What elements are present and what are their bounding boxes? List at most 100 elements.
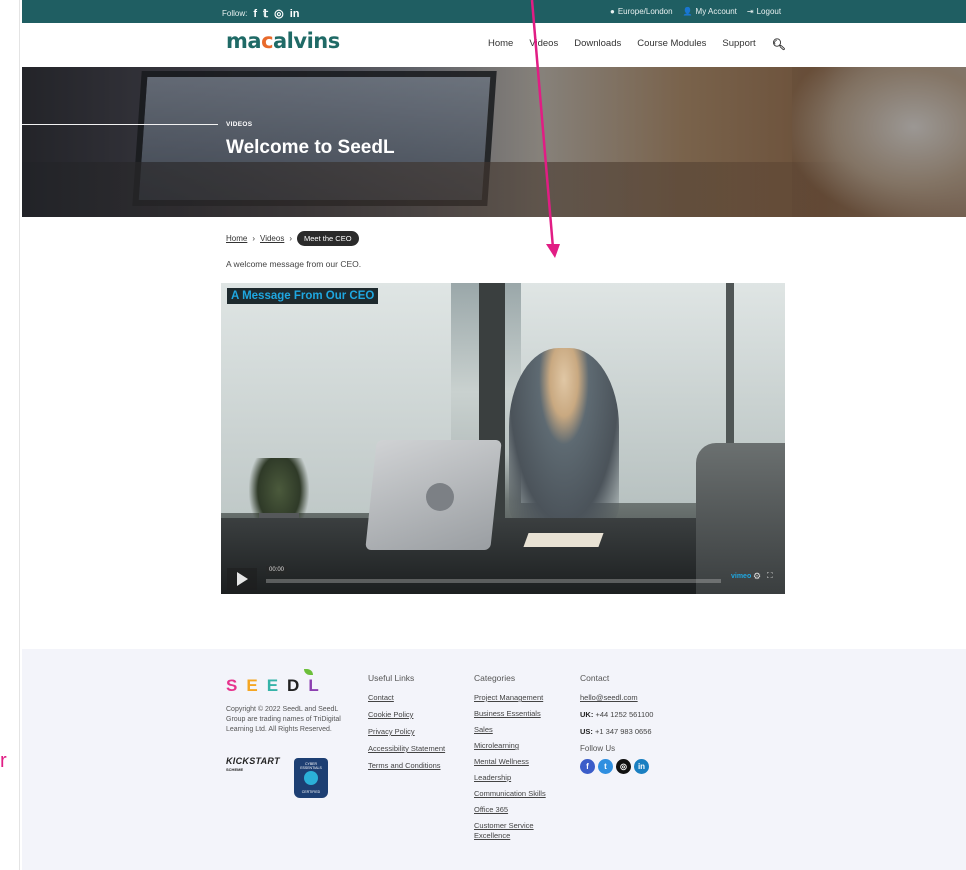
my-account-link[interactable]: 👤 My Account [683, 7, 737, 16]
contact-heading: Contact [580, 673, 610, 683]
intro-text: A welcome message from our CEO. [226, 259, 362, 269]
timezone-link[interactable]: ● Europe/London [610, 7, 673, 16]
footer-link-accessibility[interactable]: Accessibility Statement [368, 744, 445, 753]
footer-link-cookie-policy[interactable]: Cookie Policy [368, 710, 445, 719]
main-nav: macalvins Home Videos Downloads Course M… [22, 23, 966, 67]
video-controls: 00:00 vimeo ⚙ ⛶ [221, 563, 785, 594]
play-icon [237, 572, 248, 586]
instagram-icon[interactable]: ◎ [274, 7, 284, 20]
footer-link-terms[interactable]: Terms and Conditions [368, 761, 445, 770]
vimeo-logo[interactable]: vimeo [731, 573, 751, 580]
linkedin-icon[interactable]: in [290, 8, 300, 20]
linkedin-icon[interactable]: in [634, 759, 649, 774]
category-link[interactable]: Leadership [474, 773, 564, 783]
nav-videos[interactable]: Videos [529, 38, 558, 51]
nav-course-modules[interactable]: Course Modules [637, 38, 706, 51]
seedl-letter: D [287, 676, 309, 695]
video-progress-bar[interactable] [266, 579, 721, 583]
breadcrumb-home[interactable]: Home [226, 234, 247, 243]
kickstart-logo: KICKSTART [226, 756, 280, 766]
settings-icon[interactable]: ⚙ [753, 571, 761, 582]
checkmark-icon [304, 771, 318, 785]
kickstart-subtitle: SCHEME [226, 767, 244, 772]
copyright-text: Copyright © 2022 SeedL and SeedL Group a… [226, 706, 341, 733]
category-link[interactable]: Sales [474, 725, 564, 735]
seedl-letter: E [246, 676, 267, 695]
top-bar-right: ● Europe/London 👤 My Account ⇥ Logout [610, 7, 781, 16]
category-link[interactable]: Microlearning [474, 741, 564, 751]
follow-us-label: Follow Us [580, 744, 616, 753]
uk-phone[interactable]: +44 1252 561100 [595, 710, 653, 719]
fullscreen-icon[interactable]: ⛶ [767, 571, 773, 581]
video-player[interactable]: A Message From Our CEO 00:00 vimeo ⚙ ⛶ [221, 283, 785, 594]
seedl-letter: L [308, 676, 328, 695]
user-icon: 👤 [682, 7, 693, 16]
category-link[interactable]: Business Essentials [474, 709, 564, 719]
twitter-icon[interactable]: 𝕥 [263, 7, 268, 20]
us-phone[interactable]: +1 347 983 0656 [595, 727, 652, 736]
facebook-icon[interactable]: f [253, 8, 257, 20]
follow-group: Follow: f 𝕥 ◎ in [222, 7, 300, 21]
cyber-essentials-badge: CYBER ESSENTIALS CERTIFIED [294, 758, 328, 798]
video-time: 00:00 [266, 566, 288, 574]
seedl-letter: S [226, 676, 247, 695]
twitter-icon[interactable]: t [598, 759, 613, 774]
footer: S E E D L Copyright © 2022 SeedL and See… [22, 649, 966, 870]
seedl-logo[interactable]: S E E D L [226, 669, 328, 696]
categories-heading: Categories [474, 673, 516, 683]
page: Follow: f 𝕥 ◎ in ● Europe/London 👤 My Acco… [0, 0, 966, 870]
left-margin [0, 0, 20, 870]
us-label: US: [580, 727, 593, 736]
facebook-icon[interactable]: f [580, 759, 595, 774]
footer-categories: Categories Project Management Business E… [474, 673, 564, 847]
logo-text-2: alvins [273, 29, 340, 53]
video-person [509, 348, 619, 523]
contact-uk: UK: +44 1252 561100 [580, 710, 653, 719]
logo[interactable]: macalvins [226, 29, 340, 53]
logout-link[interactable]: ⇥ Logout [747, 7, 781, 16]
logout-icon: ⇥ [746, 7, 754, 16]
globe-icon: ● [610, 7, 615, 16]
nav-downloads[interactable]: Downloads [574, 38, 621, 51]
logo-text-1: ma [226, 29, 262, 53]
breadcrumb: Home › Videos › Meet the CEO [226, 231, 359, 246]
video-laptop-logo [426, 483, 454, 511]
search-icon[interactable]: 🔍︎ [772, 38, 786, 51]
contact-email[interactable]: hello@seedl.com [580, 693, 653, 702]
top-bar: Follow: f 𝕥 ◎ in ● Europe/London 👤 My Acco… [22, 0, 966, 23]
nav-home[interactable]: Home [488, 38, 513, 51]
breadcrumb-videos[interactable]: Videos [260, 234, 284, 243]
contact-us: US: +1 347 983 0656 [580, 727, 653, 736]
hero-banner: VIDEOS Welcome to SeedL [22, 67, 966, 217]
chevron-right-icon: › [289, 234, 293, 243]
my-account-label: My Account [695, 7, 737, 16]
hero-kicker: VIDEOS [226, 121, 253, 128]
video-book [523, 533, 604, 547]
footer-social-icons: f t ◎ in [580, 759, 653, 774]
seedl-letter: E [266, 676, 288, 695]
cyber-badge-top: CYBER ESSENTIALS [300, 762, 322, 770]
logout-label: Logout [756, 7, 782, 16]
video-title[interactable]: A Message From Our CEO [227, 288, 379, 304]
uk-label: UK: [580, 710, 594, 719]
logo-accent: c [261, 29, 274, 53]
breadcrumb-current: Meet the CEO [297, 231, 359, 246]
cyber-badge-bottom: CERTIFIED [301, 790, 321, 794]
footer-link-contact[interactable]: Contact [368, 693, 445, 702]
annotation-arrow-head [546, 244, 560, 258]
category-link[interactable]: Mental Wellness [474, 757, 564, 767]
category-link[interactable]: Office 365 [474, 805, 564, 815]
hero-title: Welcome to SeedL [226, 137, 395, 158]
timezone-label: Europe/London [617, 7, 673, 16]
category-link[interactable]: Communication Skills [474, 789, 564, 799]
annotation-side-mark: r [0, 750, 7, 772]
category-link[interactable]: Project Management [474, 693, 564, 703]
nav-support[interactable]: Support [722, 38, 755, 51]
instagram-icon[interactable]: ◎ [616, 759, 631, 774]
footer-link-privacy-policy[interactable]: Privacy Policy [368, 727, 445, 736]
hero-overlay [22, 67, 966, 217]
category-link[interactable]: Customer Service Excellence [474, 821, 564, 841]
footer-contact: Contact hello@seedl.com UK: +44 1252 561… [580, 673, 653, 774]
footer-useful-links: Useful Links Contact Cookie Policy Priva… [368, 673, 445, 778]
chevron-right-icon: › [252, 234, 256, 243]
